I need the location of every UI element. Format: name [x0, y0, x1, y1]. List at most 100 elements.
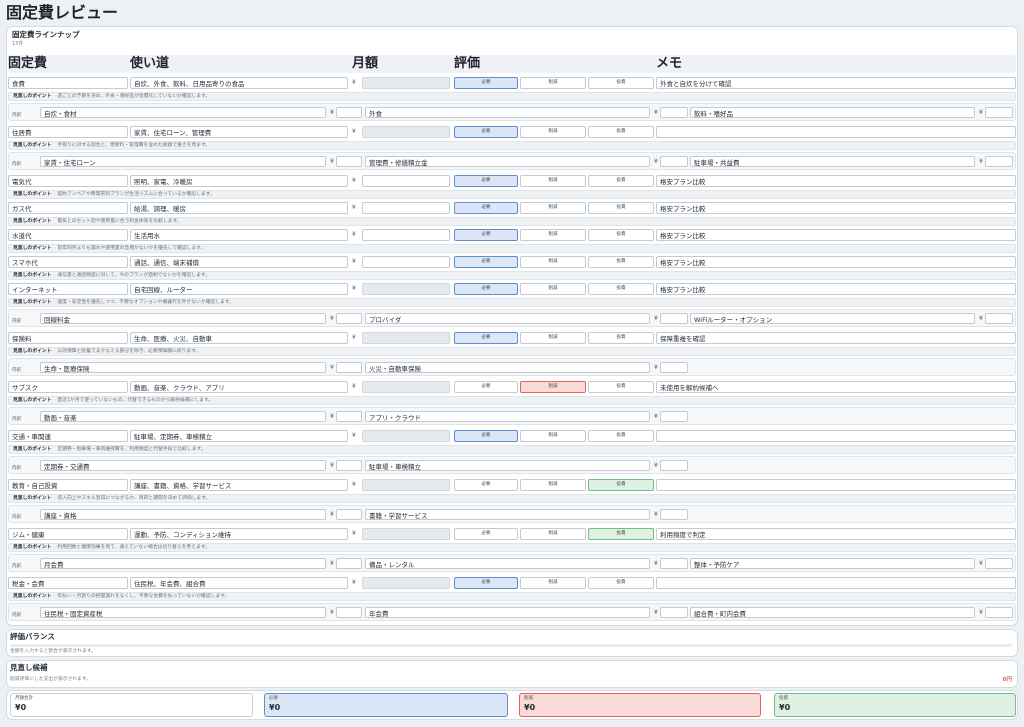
- cost-name-field[interactable]: [8, 430, 128, 442]
- cost-name-field[interactable]: [8, 202, 128, 214]
- breakdown-name-field[interactable]: [365, 156, 650, 167]
- memo-field[interactable]: [656, 381, 1016, 393]
- rating-invest-button[interactable]: 投資: [588, 126, 654, 138]
- rating-invest-button[interactable]: 投資: [588, 332, 654, 344]
- breakdown-amount-field[interactable]: [336, 313, 362, 324]
- rating-cut-button[interactable]: 削減: [520, 175, 586, 187]
- rating-invest-button[interactable]: 投資: [588, 256, 654, 268]
- rating-cut-button[interactable]: 削減: [520, 256, 586, 268]
- breakdown-name-field[interactable]: [40, 460, 326, 471]
- usage-field[interactable]: [130, 283, 348, 295]
- breakdown-name-field[interactable]: [365, 411, 650, 422]
- rating-cut-button[interactable]: 削減: [520, 381, 586, 393]
- breakdown-name-field[interactable]: [40, 156, 326, 167]
- memo-field[interactable]: [656, 77, 1016, 89]
- memo-field[interactable]: [656, 283, 1016, 295]
- breakdown-amount-field[interactable]: [336, 156, 362, 167]
- breakdown-name-field[interactable]: [690, 607, 975, 618]
- rating-cut-button[interactable]: 削減: [520, 332, 586, 344]
- rating-necessary-button[interactable]: 必要: [454, 528, 518, 540]
- usage-field[interactable]: [130, 202, 348, 214]
- breakdown-amount-field[interactable]: [660, 460, 688, 471]
- memo-field[interactable]: [656, 256, 1016, 268]
- usage-field[interactable]: [130, 381, 348, 393]
- breakdown-amount-field[interactable]: [660, 107, 688, 118]
- cost-name-field[interactable]: [8, 175, 128, 187]
- cost-name-field[interactable]: [8, 528, 128, 540]
- rating-necessary-button[interactable]: 必要: [454, 430, 518, 442]
- rating-necessary-button[interactable]: 必要: [454, 479, 518, 491]
- breakdown-amount-field[interactable]: [336, 362, 362, 373]
- breakdown-amount-field[interactable]: [985, 156, 1013, 167]
- monthly-amount-field[interactable]: [362, 229, 450, 241]
- memo-field[interactable]: [656, 430, 1016, 442]
- breakdown-name-field[interactable]: [690, 156, 975, 167]
- breakdown-name-field[interactable]: [40, 107, 326, 118]
- rating-cut-button[interactable]: 削減: [520, 126, 586, 138]
- usage-field[interactable]: [130, 229, 348, 241]
- rating-necessary-button[interactable]: 必要: [454, 577, 518, 589]
- cost-name-field[interactable]: [8, 256, 128, 268]
- breakdown-name-field[interactable]: [40, 607, 326, 618]
- cost-name-field[interactable]: [8, 283, 128, 295]
- cost-name-field[interactable]: [8, 77, 128, 89]
- rating-necessary-button[interactable]: 必要: [454, 126, 518, 138]
- cost-name-field[interactable]: [8, 479, 128, 491]
- breakdown-amount-field[interactable]: [985, 558, 1013, 569]
- memo-field[interactable]: [656, 175, 1016, 187]
- memo-field[interactable]: [656, 202, 1016, 214]
- rating-invest-button[interactable]: 投資: [588, 528, 654, 540]
- breakdown-amount-field[interactable]: [336, 107, 362, 118]
- breakdown-amount-field[interactable]: [336, 460, 362, 471]
- memo-field[interactable]: [656, 229, 1016, 241]
- monthly-amount-field[interactable]: [362, 256, 450, 268]
- breakdown-name-field[interactable]: [40, 411, 326, 422]
- usage-field[interactable]: [130, 126, 348, 138]
- breakdown-name-field[interactable]: [365, 107, 650, 118]
- usage-field[interactable]: [130, 479, 348, 491]
- usage-field[interactable]: [130, 175, 348, 187]
- breakdown-name-field[interactable]: [365, 607, 650, 618]
- rating-invest-button[interactable]: 投資: [588, 202, 654, 214]
- breakdown-amount-field[interactable]: [660, 362, 688, 373]
- usage-field[interactable]: [130, 430, 348, 442]
- cost-name-field[interactable]: [8, 577, 128, 589]
- breakdown-amount-field[interactable]: [336, 509, 362, 520]
- rating-invest-button[interactable]: 投資: [588, 175, 654, 187]
- usage-field[interactable]: [130, 528, 348, 540]
- rating-invest-button[interactable]: 投資: [588, 479, 654, 491]
- breakdown-amount-field[interactable]: [660, 509, 688, 520]
- breakdown-name-field[interactable]: [365, 313, 650, 324]
- rating-invest-button[interactable]: 投資: [588, 77, 654, 89]
- breakdown-amount-field[interactable]: [985, 107, 1013, 118]
- rating-cut-button[interactable]: 削減: [520, 283, 586, 295]
- memo-field[interactable]: [656, 126, 1016, 138]
- usage-field[interactable]: [130, 77, 348, 89]
- rating-invest-button[interactable]: 投資: [588, 430, 654, 442]
- breakdown-amount-field[interactable]: [985, 607, 1013, 618]
- memo-field[interactable]: [656, 332, 1016, 344]
- breakdown-amount-field[interactable]: [336, 411, 362, 422]
- breakdown-name-field[interactable]: [40, 362, 326, 373]
- memo-field[interactable]: [656, 528, 1016, 540]
- breakdown-name-field[interactable]: [365, 362, 650, 373]
- rating-invest-button[interactable]: 投資: [588, 229, 654, 241]
- breakdown-name-field[interactable]: [365, 460, 650, 471]
- rating-necessary-button[interactable]: 必要: [454, 332, 518, 344]
- rating-necessary-button[interactable]: 必要: [454, 256, 518, 268]
- rating-invest-button[interactable]: 投資: [588, 381, 654, 393]
- cost-name-field[interactable]: [8, 126, 128, 138]
- usage-field[interactable]: [130, 577, 348, 589]
- breakdown-amount-field[interactable]: [660, 558, 688, 569]
- rating-cut-button[interactable]: 削減: [520, 528, 586, 540]
- rating-cut-button[interactable]: 削減: [520, 202, 586, 214]
- usage-field[interactable]: [130, 256, 348, 268]
- breakdown-amount-field[interactable]: [336, 607, 362, 618]
- breakdown-amount-field[interactable]: [985, 313, 1013, 324]
- breakdown-amount-field[interactable]: [660, 156, 688, 167]
- rating-cut-button[interactable]: 削減: [520, 229, 586, 241]
- breakdown-amount-field[interactable]: [336, 558, 362, 569]
- rating-cut-button[interactable]: 削減: [520, 430, 586, 442]
- monthly-amount-field[interactable]: [362, 202, 450, 214]
- rating-necessary-button[interactable]: 必要: [454, 283, 518, 295]
